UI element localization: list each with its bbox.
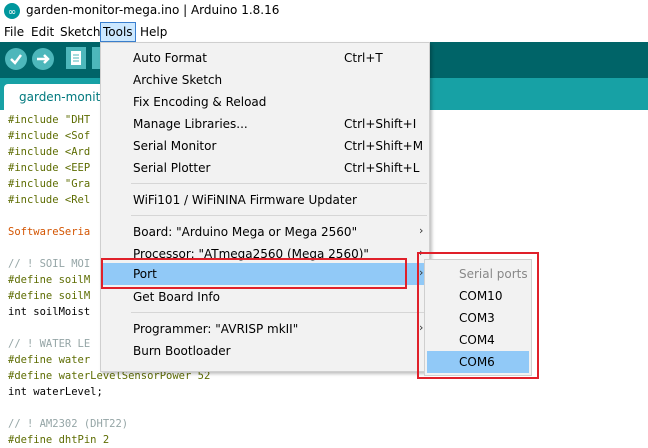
menu-item-shortcut: Ctrl+Shift+L xyxy=(344,161,420,175)
code-line: // ! WATER LE xyxy=(8,338,91,350)
menu-item-shortcut: Ctrl+Shift+M xyxy=(344,139,424,153)
code-line: #define water xyxy=(8,354,91,366)
menu-item-label: Fix Encoding & Reload xyxy=(133,95,267,109)
new-sketch-button[interactable] xyxy=(66,47,86,69)
menu-file[interactable]: File xyxy=(4,22,24,42)
code-line: #include <Rel xyxy=(8,194,91,206)
menu-item-fix-encoding[interactable]: Fix Encoding & Reload xyxy=(101,91,429,113)
menu-item-label: Archive Sketch xyxy=(133,73,223,87)
code-line: SoftwareSeria xyxy=(8,226,91,238)
code-line: #include <Sof xyxy=(8,130,91,142)
window-title: garden-monitor-mega.ino | Arduino 1.8.16 xyxy=(26,3,280,17)
menu-item-burn-bootloader[interactable]: Burn Bootloader xyxy=(101,340,429,362)
menu-item-serial-plotter[interactable]: Serial Plotter Ctrl+Shift+L xyxy=(101,157,429,179)
tab-label: garden-monito xyxy=(19,90,108,104)
submenu-arrow-icon: › xyxy=(419,224,424,237)
menu-item-label: Burn Bootloader xyxy=(133,344,231,358)
code-line: // ! AM2302 (DHT22) xyxy=(8,418,129,430)
menu-item-archive-sketch[interactable]: Archive Sketch xyxy=(101,69,429,91)
menu-separator xyxy=(131,215,427,216)
port-annotation-box xyxy=(101,258,407,289)
menu-item-shortcut: Ctrl+Shift+I xyxy=(344,117,417,131)
code-line: int soilMoist xyxy=(8,306,91,318)
menu-item-serial-monitor[interactable]: Serial Monitor Ctrl+Shift+M xyxy=(101,135,429,157)
svg-text:∞: ∞ xyxy=(8,7,16,18)
arrow-right-icon xyxy=(37,54,50,64)
menu-item-label: Get Board Info xyxy=(133,290,220,304)
code-line: #include "Gra xyxy=(8,178,91,190)
checkmark-icon xyxy=(10,54,22,65)
menu-item-label: Serial Plotter xyxy=(133,161,211,175)
menu-item-manage-libraries[interactable]: Manage Libraries... Ctrl+Shift+I xyxy=(101,113,429,135)
verify-button[interactable] xyxy=(5,48,27,70)
menu-item-board[interactable]: Board: "Arduino Mega or Mega 2560" › xyxy=(101,221,429,243)
menu-item-wifi-updater[interactable]: WiFi101 / WiFiNINA Firmware Updater xyxy=(101,189,429,211)
menu-help[interactable]: Help xyxy=(140,22,167,42)
code-line: int waterLevel; xyxy=(8,386,103,398)
menu-bar: File Edit Sketch Tools Help xyxy=(0,22,648,42)
menu-separator xyxy=(131,312,427,313)
menu-tools[interactable]: Tools xyxy=(100,22,136,42)
code-line: #include "DHT xyxy=(8,114,91,126)
menu-item-label: Serial Monitor xyxy=(133,139,217,153)
open-sketch-button[interactable] xyxy=(92,47,100,69)
code-line: #define soilM xyxy=(8,290,91,302)
code-line: #define soilM xyxy=(8,274,91,286)
upload-button[interactable] xyxy=(32,48,54,70)
code-line: #define dhtPin 2 xyxy=(8,434,110,446)
menu-item-label: WiFi101 / WiFiNINA Firmware Updater xyxy=(133,193,357,207)
menu-item-board-info[interactable]: Get Board Info xyxy=(101,286,429,308)
code-line: #include <Ard xyxy=(8,146,91,158)
code-line: #include <EEP xyxy=(8,162,91,174)
new-file-icon xyxy=(71,51,81,65)
title-bar: ∞ garden-monitor-mega.ino | Arduino 1.8.… xyxy=(0,0,648,22)
tools-menu: Auto Format Ctrl+T Archive Sketch Fix En… xyxy=(100,42,430,372)
menu-item-programmer[interactable]: Programmer: "AVRISP mkII" › xyxy=(101,318,429,340)
menu-edit[interactable]: Edit xyxy=(31,22,54,42)
menu-sketch[interactable]: Sketch xyxy=(60,22,100,42)
menu-item-label: Programmer: "AVRISP mkII" xyxy=(133,322,299,336)
menu-item-label: Board: "Arduino Mega or Mega 2560" xyxy=(133,225,358,239)
menu-item-label: Manage Libraries... xyxy=(133,117,248,131)
menu-item-label: Auto Format xyxy=(133,51,207,65)
menu-item-auto-format[interactable]: Auto Format Ctrl+T xyxy=(101,47,429,69)
arduino-logo-icon: ∞ xyxy=(4,3,20,19)
port-submenu-annotation-box xyxy=(417,252,539,379)
code-line: // ! SOIL MOI xyxy=(8,258,91,270)
menu-item-shortcut: Ctrl+T xyxy=(344,51,383,65)
menu-separator xyxy=(131,183,427,184)
